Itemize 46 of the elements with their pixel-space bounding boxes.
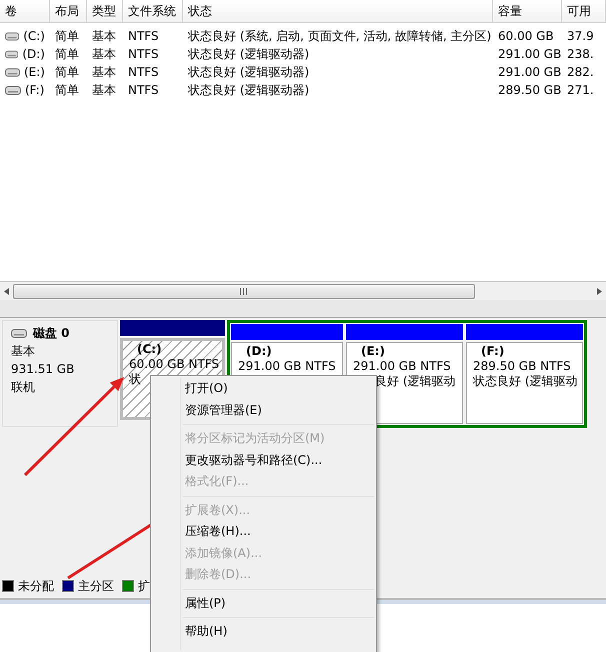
- table-cell: (D:): [22, 47, 45, 61]
- table-cell: 基本: [92, 82, 116, 98]
- table-cell: 简单: [55, 46, 79, 62]
- table-cell: NTFS: [128, 47, 159, 61]
- table-cell: (F:): [25, 83, 44, 97]
- table-cell: 60.00 GB: [498, 29, 554, 43]
- table-cell: 状态良好 (逻辑驱动器): [188, 64, 310, 80]
- partition-label: (C:): [136, 342, 163, 357]
- disk-type: 基本: [11, 343, 36, 359]
- table-cell: 状态良好 (系统, 启动, 页面文件, 活动, 故障转储, 主分区): [188, 28, 492, 44]
- table-cell: 282.: [567, 65, 594, 79]
- table-cell: 238.: [567, 47, 594, 61]
- table-cell: 简单: [55, 82, 79, 98]
- table-cell: 简单: [55, 28, 79, 44]
- legend-label: 扩: [138, 578, 150, 594]
- table-cell: NTFS: [128, 65, 159, 79]
- legend-label: 主分区: [78, 578, 114, 594]
- table-cell: NTFS: [128, 83, 159, 97]
- partition-status: 状态良好 (逻辑驱动: [473, 374, 576, 389]
- disk-size: 931.51 GB: [11, 361, 76, 377]
- disk-name: 磁盘 0: [33, 325, 70, 341]
- table-cell: 简单: [55, 64, 79, 80]
- table-cell: NTFS: [128, 29, 159, 43]
- legend-label: 未分配: [18, 578, 54, 594]
- partition-size: 60.00 GB NTFS: [129, 357, 216, 372]
- partition-label: (D:): [245, 344, 273, 359]
- partition-label: (F:): [480, 344, 506, 359]
- partition-size: 291.00 GB NTFS: [353, 359, 452, 374]
- table-cell: (C:): [23, 29, 45, 43]
- table-cell: 状态良好 (逻辑驱动器): [188, 82, 310, 98]
- partition-size: 289.50 GB NTFS: [473, 359, 572, 374]
- partition-size: 291.00 GB NTFS: [238, 359, 336, 374]
- table-cell: 基本: [92, 64, 116, 80]
- table-cell: 基本: [92, 28, 116, 44]
- partition-status: 良好 (逻辑驱动: [374, 374, 456, 389]
- partition-label: (E:): [360, 344, 386, 359]
- table-cell: 291.00 GB: [498, 47, 562, 61]
- table-cell: 状态良好 (逻辑驱动器): [188, 46, 310, 62]
- table-cell: 基本: [92, 46, 116, 62]
- table-cell: 289.50 GB: [498, 83, 562, 97]
- table-cell: 271.: [567, 83, 594, 97]
- table-cell: 291.00 GB: [498, 65, 562, 79]
- partition-status: 状: [129, 372, 142, 387]
- table-cell: 37.9: [567, 29, 594, 43]
- table-cell: (E:): [24, 65, 45, 79]
- disk-status: 联机: [11, 379, 36, 395]
